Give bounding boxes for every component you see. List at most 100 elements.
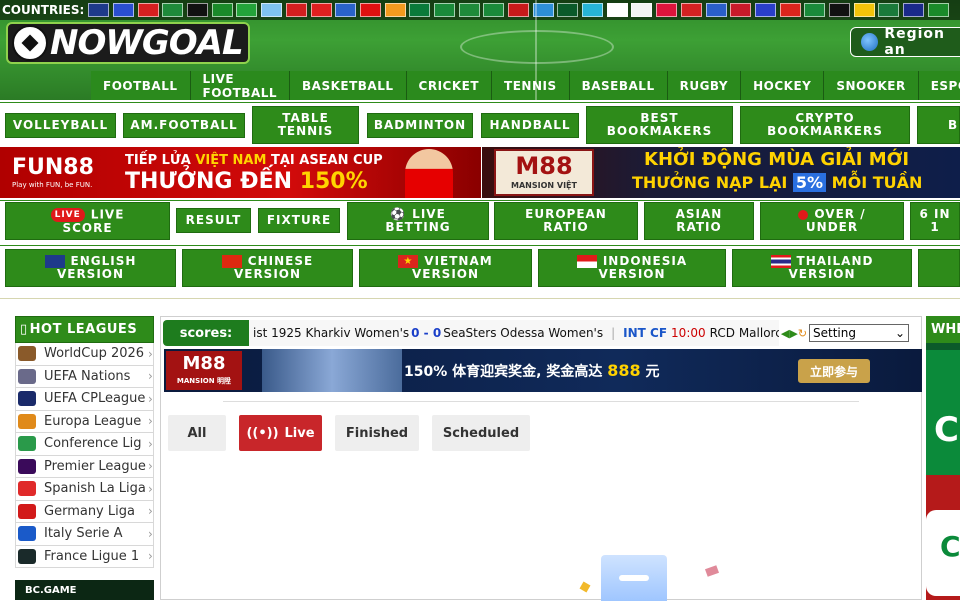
nav-live-football[interactable]: LIVE FOOTBALL — [190, 71, 291, 100]
volleyball-button[interactable]: VOLLEYBALL — [5, 113, 116, 138]
peru-flag-icon[interactable] — [285, 3, 307, 17]
empty-box-illustration — [601, 555, 667, 601]
nav-snooker[interactable]: SNOOKER — [824, 71, 919, 100]
thailand-version-button[interactable]: THAILAND VERSION — [732, 249, 912, 287]
european-ratio-button[interactable]: EUROPEAN RATIO — [494, 202, 638, 240]
south-africa-flag-icon[interactable] — [878, 3, 900, 17]
saudi-flag-icon[interactable] — [433, 3, 455, 17]
estonia-flag-icon[interactable] — [705, 3, 727, 17]
italy-flag-icon[interactable] — [162, 3, 184, 17]
league-item[interactable]: UEFA CPLeague › — [15, 388, 154, 411]
poland-flag-icon[interactable] — [656, 3, 678, 17]
japan-flag-icon[interactable] — [606, 3, 628, 17]
handball-label: HANDBALL — [489, 118, 571, 132]
league-item[interactable]: UEFA Nations › — [15, 365, 154, 388]
nav-cricket[interactable]: CRICKET — [406, 71, 493, 100]
pakistan-flag-icon[interactable] — [557, 3, 579, 17]
league-item[interactable]: WorldCup 2026 › — [15, 343, 154, 366]
bc-game-ad[interactable]: BC.GAME — [15, 580, 154, 600]
chile-flag-icon[interactable] — [310, 3, 332, 17]
table-tennis-button[interactable]: TABLE TENNIS — [252, 106, 359, 144]
badminton-button[interactable]: BADMINTON — [367, 113, 473, 138]
bangladesh-flag-icon[interactable] — [409, 3, 431, 17]
australia-flag-icon[interactable] — [903, 3, 925, 17]
region-button[interactable]: Region an — [850, 26, 960, 58]
tab-all[interactable]: All — [168, 415, 226, 451]
join-now-button[interactable]: 立即参与 — [798, 359, 870, 383]
kuwait-flag-icon[interactable] — [483, 3, 505, 17]
league-label: Conference Lig — [44, 436, 142, 452]
tab-live[interactable]: ((•)) Live — [239, 415, 322, 451]
zimbabwe-flag-icon[interactable] — [927, 3, 949, 17]
league-item[interactable]: Italy Serie A › — [15, 523, 154, 546]
live-score-button[interactable]: LIVE LIVE SCORE — [5, 202, 170, 240]
nav-basketball[interactable]: BASKETBALL — [290, 71, 407, 100]
norway-flag-icon[interactable] — [730, 3, 752, 17]
portugal-flag-icon[interactable] — [211, 3, 233, 17]
refresh-icon[interactable]: ↻ — [798, 327, 807, 340]
argentina-flag-icon[interactable] — [261, 3, 283, 17]
m88-banner[interactable]: M88 MANSION VIỆT KHỞI ĐỘNG MÙA GIẢI MỚI … — [482, 147, 960, 198]
uganda-flag-icon[interactable] — [853, 3, 875, 17]
india-flag-icon[interactable] — [384, 3, 406, 17]
chinese-version-button[interactable]: CHINESE VERSION — [182, 249, 353, 287]
morocco-flag-icon[interactable] — [508, 3, 530, 17]
uae-flag-icon[interactable] — [458, 3, 480, 17]
tab-scheduled[interactable]: Scheduled — [432, 415, 530, 451]
vietnam-flag-icon[interactable] — [779, 3, 801, 17]
turkey-flag-icon[interactable] — [359, 3, 381, 17]
over-under-button[interactable]: OVER / UNDER — [760, 202, 904, 240]
ticker-time: 10:00 — [671, 326, 706, 340]
nav-rugby[interactable]: RUGBY — [667, 71, 742, 100]
kenya-flag-icon[interactable] — [828, 3, 850, 17]
best-bookmakers-button[interactable]: BEST BOOKMAKERS — [586, 106, 733, 144]
setting-select[interactable]: Setting ⌄ — [809, 324, 909, 342]
uk-flag-icon[interactable] — [88, 3, 110, 17]
right-ad-banner[interactable]: C C — [926, 350, 960, 600]
russia-flag-icon[interactable] — [754, 3, 776, 17]
league-list: WorldCup 2026 › UEFA Nations › UEFA CPLeague… — [15, 343, 154, 568]
english-version-button[interactable]: ENGLISH VERSION — [5, 249, 176, 287]
fun88-banner[interactable]: FUN88 Play with FUN, be FUN. TIẾP LỬA VI… — [0, 147, 481, 198]
nowgoal-logo[interactable]: NOWGOAL — [6, 22, 250, 64]
am-football-button[interactable]: AM.FOOTBALL — [123, 113, 245, 138]
more-version-button[interactable] — [918, 249, 960, 287]
league-item[interactable]: Germany Liga › — [15, 500, 154, 523]
brazil-flag-icon[interactable] — [236, 3, 258, 17]
nav-hockey[interactable]: HOCKEY — [741, 71, 825, 100]
ticker-controls[interactable]: ◀▶↻ — [779, 327, 809, 340]
czech-flag-icon[interactable] — [680, 3, 702, 17]
nigeria-flag-icon[interactable] — [804, 3, 826, 17]
kazakhstan-flag-icon[interactable] — [582, 3, 604, 17]
result-button[interactable]: RESULT — [176, 208, 251, 233]
nav-football[interactable]: FOOTBALL — [91, 71, 191, 100]
six-in-one-button[interactable]: 6 IN 1 — [910, 202, 960, 240]
azerbaijan-flag-icon[interactable] — [532, 3, 554, 17]
league-item[interactable]: Conference Lig › — [15, 433, 154, 456]
spain-flag-icon[interactable] — [137, 3, 159, 17]
fixture-button[interactable]: FIXTURE — [258, 208, 340, 233]
live-betting-button[interactable]: ⚽ LIVE BETTING — [347, 202, 489, 240]
more-button[interactable]: B — [917, 106, 960, 144]
league-label: UEFA Nations — [44, 368, 131, 384]
greece-flag-icon[interactable] — [335, 3, 357, 17]
handball-button[interactable]: HANDBALL — [481, 113, 579, 138]
nav-tennis[interactable]: TENNIS — [492, 71, 570, 100]
nav-esports[interactable]: ESPORTS — [918, 71, 960, 100]
league-item[interactable]: Premier League › — [15, 455, 154, 478]
france-flag-icon[interactable] — [113, 3, 135, 17]
crypto-bookmarkers-button[interactable]: CRYPTO BOOKMARKERS — [740, 106, 910, 144]
nav-baseball[interactable]: BASEBALL — [569, 71, 668, 100]
germany-flag-icon[interactable] — [187, 3, 209, 17]
ticker-text[interactable]: ist 1925 Kharkiv Women's 0 - 0 SeaSters … — [249, 320, 779, 346]
league-item[interactable]: Europa League › — [15, 410, 154, 433]
m88-ad-banner[interactable]: M88 MANSION 明陞 150% 体育迎宾奖金, 奖金高达 888 元 立… — [164, 349, 922, 392]
next-icon[interactable]: ▶ — [789, 327, 797, 340]
league-item[interactable]: Spanish La Liga › — [15, 478, 154, 501]
asian-ratio-button[interactable]: ASIAN RATIO — [644, 202, 754, 240]
indonesia-version-button[interactable]: INDONESIA VERSION — [538, 249, 726, 287]
vietnam-version-button[interactable]: ★ VIETNAM VERSION — [359, 249, 532, 287]
league-item[interactable]: France Ligue 1 › — [15, 545, 154, 568]
tab-finished[interactable]: Finished — [335, 415, 419, 451]
korea-flag-icon[interactable] — [631, 3, 653, 17]
